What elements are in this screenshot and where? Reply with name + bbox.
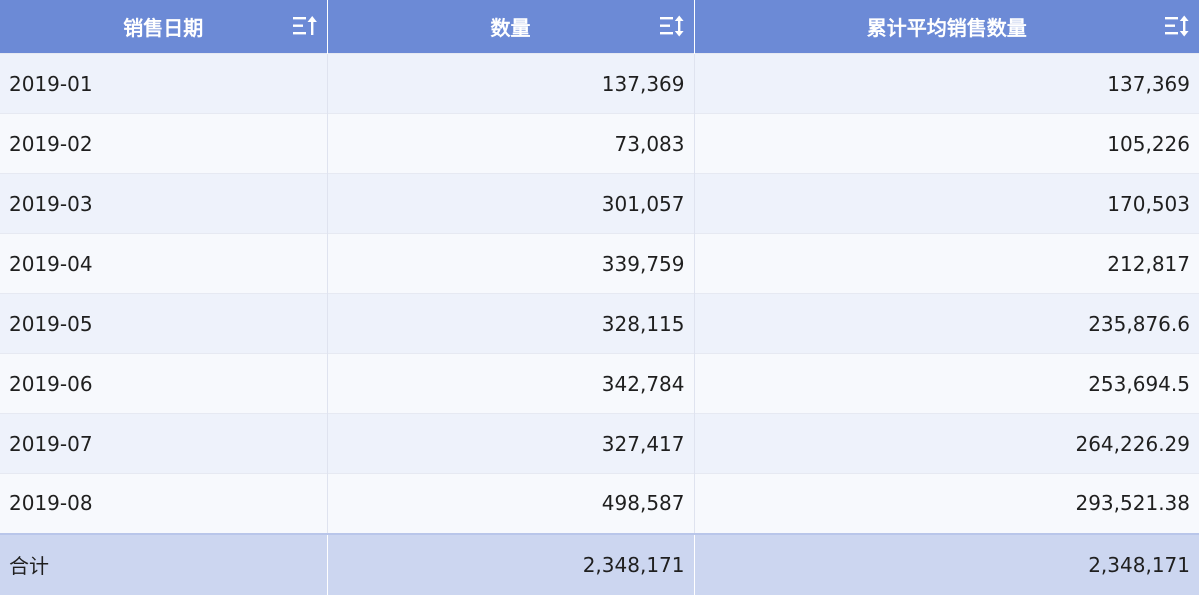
cell-quantity: 73,083	[326, 113, 694, 174]
cell-cumulative-average: 105,226	[693, 113, 1199, 174]
column-header-label: 累计平均销售数量	[866, 16, 1027, 40]
cell-date: 2019-01	[0, 53, 327, 114]
cell-quantity: 339,759	[326, 233, 694, 294]
column-header-label: 数量	[490, 16, 531, 40]
column-header-sales-date[interactable]: 销售日期	[0, 0, 327, 54]
cell-quantity: 328,115	[326, 293, 694, 354]
column-header-label: 销售日期	[123, 16, 204, 40]
cell-quantity: 327,417	[326, 413, 694, 474]
cell-cumulative-average: 253,694.5	[693, 353, 1199, 414]
cell-date: 2019-06	[0, 353, 327, 414]
cell-quantity: 498,587	[326, 473, 694, 534]
total-row: 合计 2,348,171 2,348,171	[0, 532, 1199, 595]
cell-cumulative-average: 212,817	[693, 233, 1199, 294]
cell-cumulative-average: 293,521.38	[693, 473, 1199, 534]
table-row: 2019-06 342,784 253,694.5	[0, 353, 1199, 414]
cell-cumulative-average: 170,503	[693, 173, 1199, 234]
table-row: 2019-04 339,759 212,817	[0, 233, 1199, 294]
cell-date: 2019-03	[0, 173, 327, 234]
column-header-quantity[interactable]: 数量	[326, 0, 694, 54]
cell-date: 2019-05	[0, 293, 327, 354]
cell-date: 2019-02	[0, 113, 327, 174]
table-row: 2019-03 301,057 170,503	[0, 173, 1199, 234]
cell-quantity: 137,369	[326, 53, 694, 114]
table-row: 2019-08 498,587 293,521.38	[0, 473, 1199, 534]
table-row: 2019-01 137,369 137,369	[0, 53, 1199, 114]
sort-icon[interactable]	[658, 13, 686, 39]
header-row: 销售日期 数量 累计平均销售数量	[0, 0, 1199, 54]
table-row: 2019-02 73,083 105,226	[0, 113, 1199, 174]
cell-date: 2019-04	[0, 233, 327, 294]
cell-cumulative-average: 137,369	[693, 53, 1199, 114]
sort-icon[interactable]	[1163, 13, 1191, 39]
cell-cumulative-average: 235,876.6	[693, 293, 1199, 354]
cell-quantity: 342,784	[326, 353, 694, 414]
cell-date: 2019-08	[0, 473, 327, 534]
data-table-container: 销售日期 数量 累计平均销售数量 2019-01 137,369 137,369…	[0, 0, 1199, 600]
sales-table: 销售日期 数量 累计平均销售数量 2019-01 137,369 137,369…	[0, 0, 1199, 595]
table-row: 2019-07 327,417 264,226.29	[0, 413, 1199, 474]
total-label: 合计	[0, 532, 327, 595]
column-header-cumulative-average[interactable]: 累计平均销售数量	[693, 0, 1199, 54]
cell-cumulative-average: 264,226.29	[693, 413, 1199, 474]
cell-quantity: 301,057	[326, 173, 694, 234]
cell-date: 2019-07	[0, 413, 327, 474]
total-cumulative-average: 2,348,171	[693, 532, 1199, 595]
table-row: 2019-05 328,115 235,876.6	[0, 293, 1199, 354]
total-quantity: 2,348,171	[326, 532, 694, 595]
sort-ascending-icon[interactable]	[291, 13, 319, 39]
